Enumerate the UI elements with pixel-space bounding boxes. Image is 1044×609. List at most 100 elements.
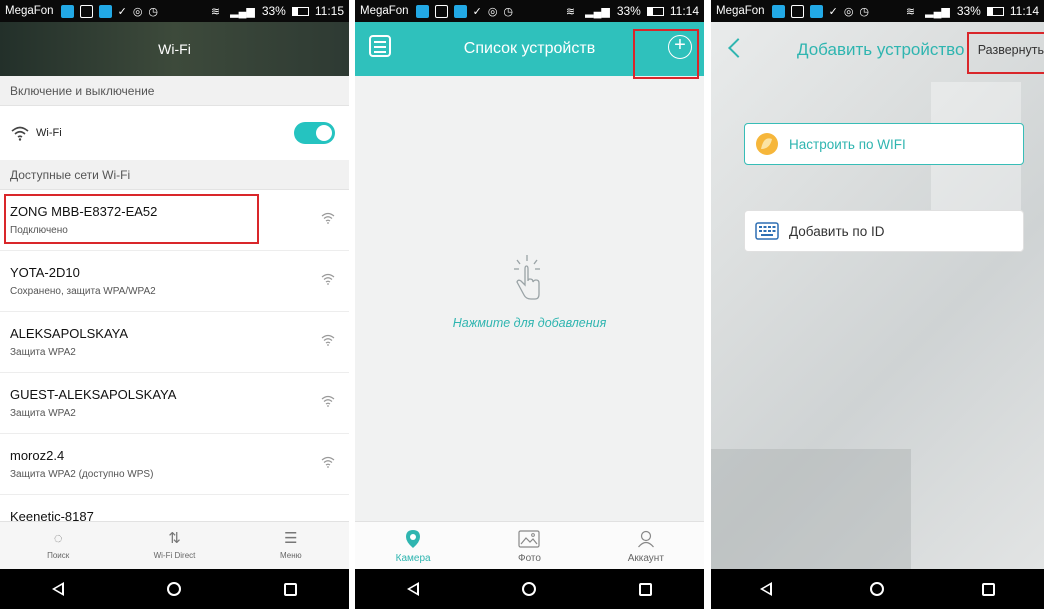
alarm-icon: ◷ [859,5,870,18]
wifi-direct-icon: ⇅ [168,530,181,547]
tab-search[interactable]: ◌ Поиск [18,522,98,569]
highlight-expand-button [967,32,1044,74]
wifi-signal-icon [321,212,335,227]
back-icon[interactable] [51,582,64,596]
tap-hand-icon[interactable] [509,253,545,303]
network-name: YOTA-2D10 [10,265,80,280]
tab-label: Фото [517,553,541,564]
download-icon: ✓ [828,5,838,18]
battery-percent: 33% [956,4,981,18]
vibrate-icon: ◎ [487,5,498,18]
tab-label: Wi-Fi Direct [153,551,196,560]
tab-wifi-direct[interactable]: ⇅ Wi-Fi Direct [134,522,214,569]
highlight-add-button [633,29,699,79]
setup-by-wifi-button[interactable]: Настроить по WIFI [744,123,1024,165]
photo-icon [518,529,541,549]
recents-icon[interactable] [284,582,298,596]
status-bar: MegaFon ✓ ◎ ◷ ≋ ▂▄▆ 33% 11:14 [355,0,704,22]
battery-icon [986,6,1004,16]
vibrate-icon: ◎ [843,5,854,18]
network-item[interactable]: YOTA-2D10 Сохранено, защита WPA/WPA2 [0,251,349,312]
status-bar: MegaFon ✓ ◎ ◷ ≋ ▂▄▆ 33% 11:15 [0,0,349,22]
tab-account[interactable]: Аккаунт [606,522,686,569]
app-notification-icon [809,4,823,18]
system-nav-bar [355,569,704,609]
wifi-status-icon: ≋ [565,5,576,18]
keyboard-icon [755,222,779,240]
system-nav-bar [0,569,349,609]
tab-camera[interactable]: Камера [373,522,453,569]
empty-state-text[interactable]: Нажмите для добавления [355,316,704,330]
background-image [711,22,1044,569]
camera-pin-icon [405,529,421,549]
tab-label: Камера [395,553,431,564]
alarm-icon: ◷ [148,5,159,18]
carrier-label: MegaFon [360,5,409,17]
tab-label: Поиск [47,551,70,560]
clock: 11:14 [669,4,699,18]
back-icon[interactable] [406,582,419,596]
home-icon[interactable] [521,582,536,596]
wifi-settings-screen: MegaFon ✓ ◎ ◷ ≋ ▂▄▆ 33% 11:15 Wi-Fi Вклю… [0,0,349,609]
screenshot-icon [434,4,448,18]
wifi-icon [11,126,29,141]
vibrate-icon: ◎ [132,5,143,18]
status-bar: MegaFon ✓ ◎ ◷ ≋ ▂▄▆ 33% 11:14 [711,0,1044,22]
section-header-available: Доступные сети Wi-Fi [0,160,349,190]
carrier-label: MegaFon [5,5,54,17]
network-item[interactable]: moroz2.4 Защита WPA2 (доступно WPS) [0,434,349,495]
screenshot-icon [79,4,93,18]
add-device-screen: MegaFon ✓ ◎ ◷ ≋ ▂▄▆ 33% 11:14 Добавить у… [711,0,1044,609]
page-title: Wi-Fi [0,22,349,76]
option-label: Настроить по WIFI [789,136,906,152]
wifi-setup-icon [755,132,779,156]
menu-icon: ☰ [284,530,298,547]
app-notification-icon [98,4,112,18]
bottom-tab-bar: Камера Фото Аккаунт [355,521,704,569]
network-name: moroz2.4 [10,448,65,463]
tab-menu[interactable]: ☰ Меню [251,522,331,569]
home-icon[interactable] [870,582,884,596]
option-label: Добавить по ID [789,223,885,239]
wifi-signal-icon [321,456,335,471]
network-item[interactable]: GUEST-ALEKSAPOLSKAYA Защита WPA2 [0,373,349,434]
menu-button[interactable] [369,35,391,57]
wifi-toggle-row[interactable]: Wi-Fi [0,106,349,160]
network-status: Сохранено, защита WPA/WPA2 [10,286,156,297]
wifi-signal-icon [321,395,335,410]
clock: 11:15 [314,4,344,18]
network-name: ALEKSAPOLSKAYA [10,326,129,341]
recents-icon[interactable] [982,582,995,596]
network-item[interactable]: ALEKSAPOLSKAYA Защита WPA2 [0,312,349,373]
wifi-toggle[interactable] [294,122,335,144]
carrier-label: MegaFon [716,5,765,17]
highlight-connected-network [4,194,259,244]
battery-icon [646,6,664,16]
battery-percent: 33% [616,4,641,18]
clock: 11:14 [1009,4,1039,18]
wifi-status-icon: ≋ [905,5,916,18]
signal-icon: ▂▄▆ [585,5,610,18]
wifi-status-icon: ≋ [210,5,221,18]
page-title: Список устройств [463,40,596,57]
tab-label: Аккаунт [627,553,664,564]
device-list-screen: MegaFon ✓ ◎ ◷ ≋ ▂▄▆ 33% 11:14 Список уст… [355,0,704,609]
alarm-icon: ◷ [503,5,514,18]
page-title: Добавить устройство [797,40,965,59]
signal-icon: ▂▄▆ [925,5,950,18]
notification-icon [771,4,785,18]
tab-photo[interactable]: Фото [489,522,569,569]
network-status: Защита WPA2 (доступно WPS) [10,469,154,480]
add-by-id-button[interactable]: Добавить по ID [744,210,1024,252]
signal-icon: ▂▄▆ [230,5,255,18]
recents-icon[interactable] [639,582,653,596]
back-icon[interactable] [760,582,772,596]
home-icon[interactable] [166,582,181,596]
download-icon: ✓ [472,5,482,18]
refresh-icon: ◌ [53,530,63,547]
network-status: Защита WPA2 [10,408,76,419]
bottom-toolbar: ◌ Поиск ⇅ Wi-Fi Direct ☰ Меню [0,521,349,569]
wifi-signal-icon [321,334,335,349]
download-icon: ✓ [117,5,127,18]
back-arrow-icon[interactable] [728,38,748,58]
